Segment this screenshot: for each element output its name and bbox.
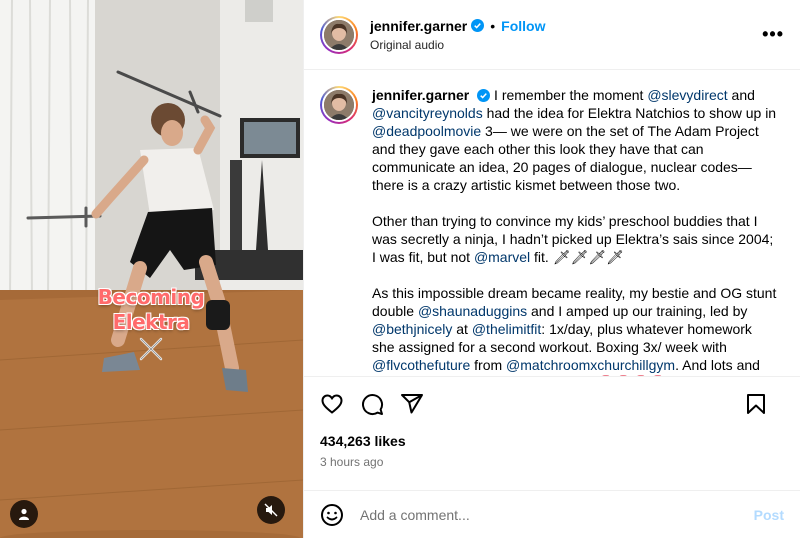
separator-dot: • — [490, 17, 496, 34]
post-dialog: Becoming Elektra jennifer.garner • Follo… — [0, 0, 800, 538]
author-username[interactable]: jennifer.garner — [370, 18, 467, 34]
caption-text: fit. 🗡🗡🗡🗡 — [530, 249, 624, 265]
heart-icon[interactable] — [320, 392, 344, 416]
comment-box: Post — [304, 490, 800, 538]
user-tag-icon — [19, 508, 29, 520]
share-icon[interactable] — [400, 392, 424, 416]
caption-paragraph-1: jennifer.garner I remember the moment @s… — [372, 86, 777, 194]
mute-button[interactable] — [257, 496, 285, 524]
caption-scroll-area[interactable]: jennifer.garner I remember the moment @s… — [304, 70, 800, 376]
caption-paragraph-3: As this impossible dream became reality,… — [372, 284, 777, 376]
mention-link[interactable]: @vancityreynolds — [372, 105, 483, 121]
mention-link[interactable]: @flvcothefuture — [372, 357, 470, 373]
crossed-swords-icon — [139, 337, 163, 361]
post-caption: jennifer.garner I remember the moment @s… — [372, 86, 777, 376]
video-frame — [0, 0, 303, 538]
bookmark-icon[interactable] — [744, 392, 768, 416]
caption-paragraph-2: Other than trying to convince my kids’ p… — [372, 212, 777, 266]
mention-link[interactable]: @bethjnicely — [372, 321, 452, 337]
post-details-panel: jennifer.garner • Follow Original audio … — [303, 0, 800, 538]
author-avatar[interactable] — [320, 15, 358, 54]
audio-label[interactable]: Original audio — [370, 38, 546, 52]
post-comment-button[interactable]: Post — [754, 507, 784, 523]
caption-author-avatar[interactable] — [320, 86, 358, 124]
video-overlay-caption: Becoming Elektra — [96, 285, 206, 335]
mention-link[interactable]: @marvel — [474, 249, 530, 265]
mention-link[interactable]: @thelimitfit — [472, 321, 541, 337]
mention-link[interactable]: @deadpoolmovie — [372, 123, 481, 139]
post-header: jennifer.garner • Follow Original audio … — [304, 0, 800, 70]
overlay-line-1: Becoming — [97, 285, 205, 309]
caption-text: and I amped up our training, led by — [527, 303, 748, 319]
tagged-users-button[interactable] — [10, 500, 38, 528]
mention-link[interactable]: @shaunaduggins — [418, 303, 527, 319]
comment-icon[interactable] — [360, 392, 384, 416]
post-video[interactable]: Becoming Elektra — [0, 0, 303, 538]
like-count[interactable]: 434,263 likes — [304, 430, 800, 452]
post-timestamp[interactable]: 3 hours ago — [304, 452, 800, 478]
verified-badge-icon — [477, 89, 491, 102]
mute-icon — [264, 503, 278, 517]
caption-text: from — [470, 357, 507, 373]
more-options-icon[interactable]: ••• — [762, 24, 784, 45]
mention-link[interactable]: @slevydirect — [647, 87, 727, 103]
action-bar — [304, 376, 800, 430]
caption-username[interactable]: jennifer.garner — [372, 87, 469, 103]
mention-link[interactable]: @matchroomxchurchillgym — [506, 357, 675, 373]
caption-text: I remember the moment — [494, 87, 648, 103]
caption-text: and — [727, 87, 755, 103]
follow-button[interactable]: Follow — [501, 18, 545, 34]
caption-text: had the idea for Elektra Natchios to sho… — [482, 105, 777, 121]
emoji-icon[interactable] — [320, 503, 344, 527]
caption-text: at — [452, 321, 472, 337]
overlay-line-2: Elektra — [112, 310, 190, 334]
comment-input[interactable] — [360, 506, 754, 523]
verified-badge-icon — [471, 19, 485, 32]
